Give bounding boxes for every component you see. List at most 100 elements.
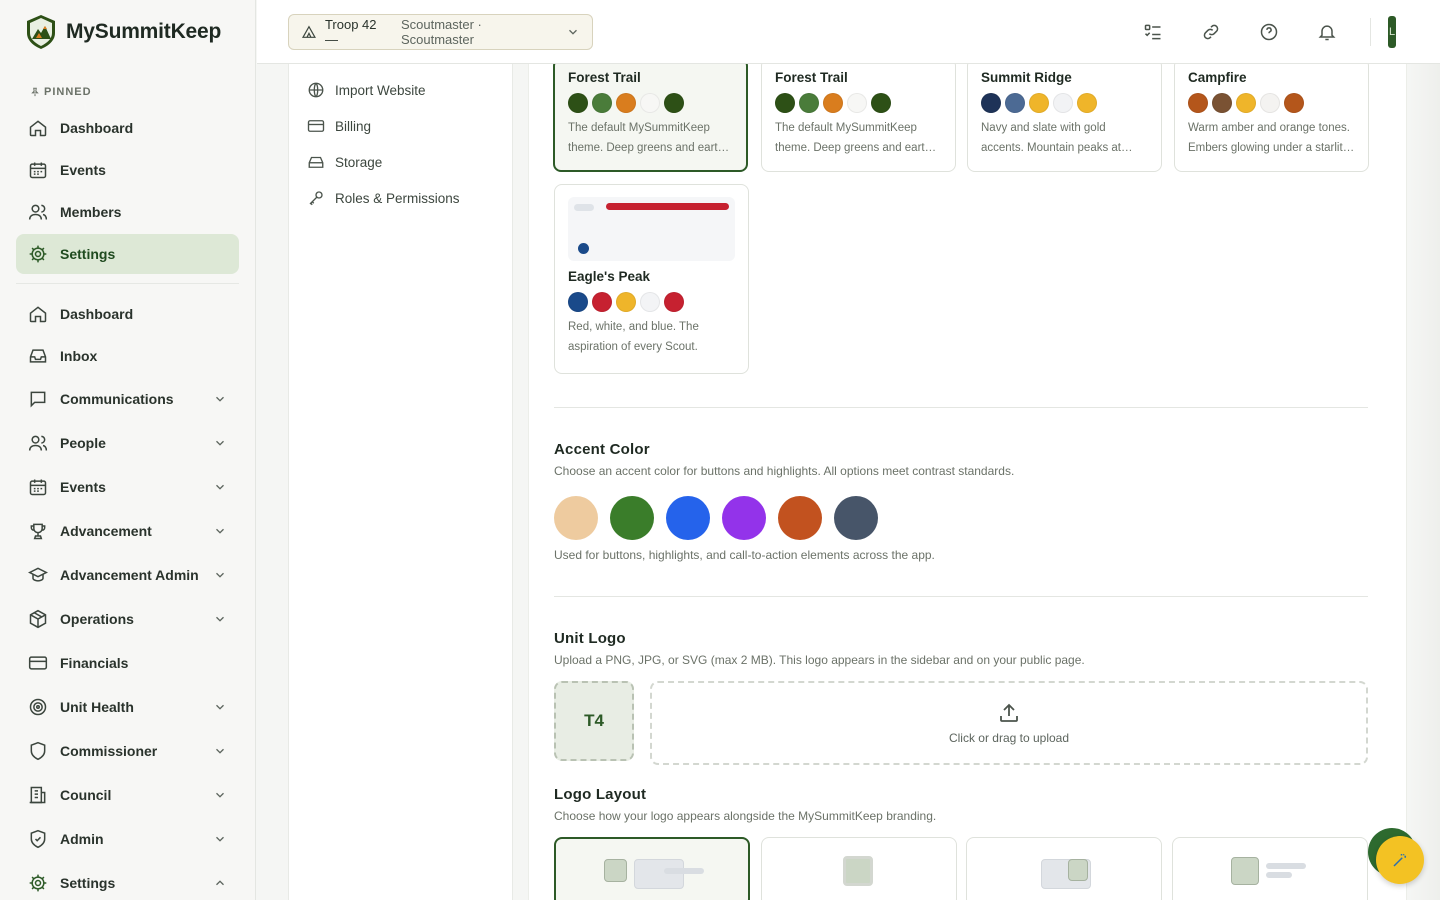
color-dot [1284,93,1304,113]
nav-label: Advancement [60,523,152,539]
subnav-label: Billing [335,118,372,134]
shield-check-icon [28,829,48,849]
theme-card-eagles-peak[interactable]: Eagle's Peak Red, white, and blue. The a… [554,184,749,374]
sidebar-item-dashboard[interactable]: Dashboard [16,294,239,334]
pinned-item-settings[interactable]: Settings [16,234,239,274]
accent-swatch-tan[interactable] [554,496,598,540]
subnav-item-storage[interactable]: Storage [289,144,512,180]
chevron-down-icon [216,792,224,798]
users-icon [28,202,48,222]
logo-upload-dropzone[interactable]: Click or drag to upload [650,681,1368,765]
wand-icon [1393,853,1407,867]
calendar-icon [28,477,48,497]
color-dot [1005,93,1025,113]
theme-card-campfire[interactable]: Campfire Warm amber and orange tones. Em… [1174,64,1369,172]
theme-colors [981,93,1148,113]
bell-icon[interactable] [1317,22,1337,42]
avatar[interactable]: L [1388,16,1396,48]
theme-name: Forest Trail [775,70,848,85]
sidebar-item-operations[interactable]: Operations [16,598,239,640]
logo-layout-option-stacked[interactable] [1172,837,1368,900]
trophy-icon [28,521,48,541]
link-icon[interactable] [1201,22,1221,42]
theme-colors [775,93,942,113]
logo-layout-title: Logo Layout [554,786,647,803]
theme-card-forest-trail[interactable]: Forest Trail The default MySummitKeep th… [553,64,748,172]
logo-layout-option-logo-only[interactable] [761,837,957,900]
chevron-down-icon [216,836,224,842]
accent-swatch-purple[interactable] [722,496,766,540]
chevron-down-icon [216,484,224,490]
theme-name: Summit Ridge [981,70,1072,85]
gear-icon [28,244,48,264]
layout-logo-block [604,859,627,882]
sidebar-item-admin[interactable]: Admin [16,818,239,860]
home-icon [28,304,48,324]
users-icon [28,433,48,453]
credit-card-icon [28,653,48,673]
gear-icon [28,873,48,893]
home-icon [28,118,48,138]
checklist-icon[interactable] [1143,22,1163,42]
theme-colors [568,93,733,113]
sidebar-item-inbox[interactable]: Inbox [16,336,239,376]
subnav-label: Roles & Permissions [335,190,460,206]
chevron-down-icon [216,528,224,534]
theme-card-summit-ridge[interactable]: Summit Ridge Navy and slate with gold ac… [967,64,1162,172]
sidebar-item-people[interactable]: People [16,422,239,464]
pinned-item-dashboard[interactable]: Dashboard [16,108,239,148]
logo-layout-option-brand-then-logo[interactable] [966,837,1162,900]
color-dot [1077,93,1097,113]
accent-color-note: Used for buttons, highlights, and call-t… [554,548,935,562]
troop-selector[interactable]: Troop 42 — Scoutmaster · Scoutmaster [288,14,593,50]
target-icon [28,697,48,717]
section-divider [554,407,1368,408]
theme-description: Warm amber and orange tones. Embers glow… [1188,122,1350,154]
subnav-item-import-website[interactable]: Import Website [289,72,512,108]
help-icon[interactable] [1259,22,1279,42]
magic-wand-fab[interactable] [1376,836,1424,884]
color-dot [847,93,867,113]
hard-drive-icon [307,153,325,171]
chevron-down-icon [216,440,224,446]
chevron-down-icon [216,572,224,578]
pinned-item-events[interactable]: Events [16,150,239,190]
sidebar-item-financials[interactable]: Financials [16,642,239,684]
sidebar-item-advancement[interactable]: Advancement [16,510,239,552]
accent-swatch-blue[interactable] [666,496,710,540]
layout-logo-block [1231,857,1259,885]
sidebar-item-settings[interactable]: Settings [16,862,239,900]
sidebar-item-council[interactable]: Council [16,774,239,816]
layout-brand-block [634,859,684,889]
color-dot [1212,93,1232,113]
accent-swatch-orange[interactable] [778,496,822,540]
color-dot [568,93,588,113]
subnav-item-billing[interactable]: Billing [289,108,512,144]
sidebar-item-commissioner[interactable]: Commissioner [16,730,239,772]
chevron-up-icon [216,880,224,886]
nav-label: Operations [60,611,134,627]
nav-label: Financials [60,655,129,671]
theme-card-forest-trail-alt[interactable]: Forest Trail The default MySummitKeep th… [761,64,956,172]
accent-color-subtitle: Choose an accent color for buttons and h… [554,464,1015,478]
tent-icon [301,25,316,38]
layout-text-line [664,868,704,874]
sidebar-item-unit-health[interactable]: Unit Health [16,686,239,728]
logo-layout-option-side-by-side[interactable] [554,837,750,900]
color-dot [871,93,891,113]
pinned-section-label: PINNED [0,64,255,104]
accent-swatch-slate[interactable] [834,496,878,540]
pin-icon [31,87,39,97]
color-dot [1260,93,1280,113]
chevron-down-icon [216,616,224,622]
pinned-item-members[interactable]: Members [16,192,239,232]
sidebar-item-advancement-admin[interactable]: Advancement Admin [16,554,239,596]
nav-label: Inbox [60,348,98,364]
accent-swatch-green[interactable] [610,496,654,540]
sidebar-item-events[interactable]: Events [16,466,239,508]
theme-description: Navy and slate with gold accents. Mounta… [981,122,1121,154]
brand[interactable]: MySummitKeep [0,0,255,64]
nav-label: Members [60,204,122,220]
subnav-item-roles-permissions[interactable]: Roles & Permissions [289,180,512,216]
sidebar-item-communications[interactable]: Communications [16,378,239,420]
